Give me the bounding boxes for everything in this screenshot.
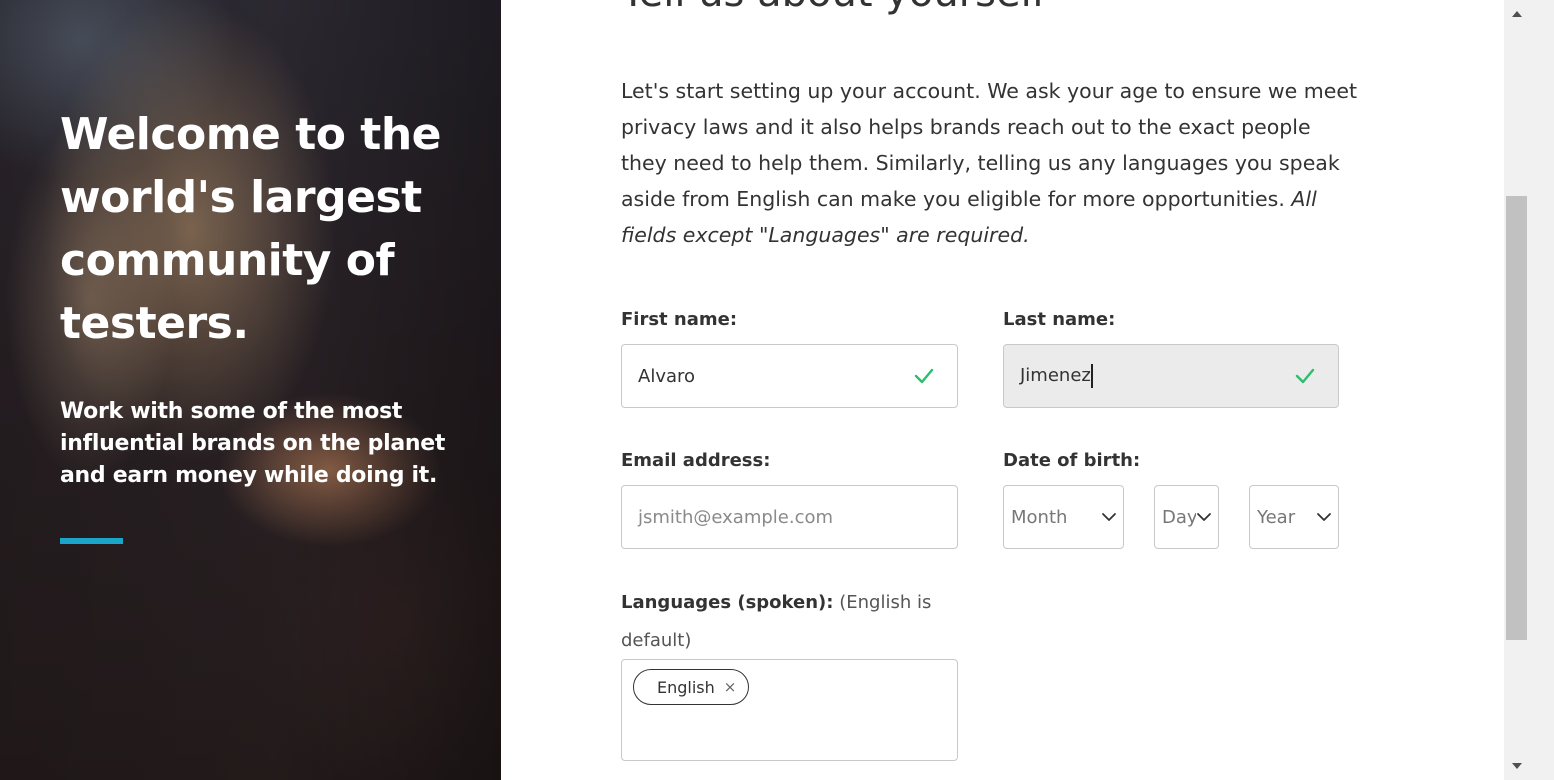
first-name-label: First name: <box>621 309 738 330</box>
page-title: Tell us about yourself <box>621 0 1046 18</box>
text-caret <box>1090 364 1093 388</box>
intro-body: Let's start setting up your account. We … <box>621 79 1357 211</box>
chevron-down-icon <box>1317 513 1331 521</box>
birth-year-value: Year <box>1257 506 1296 528</box>
first-name-value: Alvaro <box>638 365 696 387</box>
last-name-label: Last name: <box>1003 309 1116 330</box>
scrollbar-thumb[interactable] <box>1506 196 1527 640</box>
chevron-down-icon <box>1102 513 1116 521</box>
signup-page: Welcome to the world's largest community… <box>0 0 1554 780</box>
last-name-value: Jimenez <box>1020 365 1091 386</box>
last-name-field[interactable]: Jimenez <box>1003 344 1339 408</box>
intro-text: Let's start setting up your account. We … <box>621 73 1361 253</box>
birth-year-select[interactable]: Year <box>1249 485 1339 549</box>
last-name-value-wrap: Jimenez <box>1020 364 1294 388</box>
birth-day-select[interactable]: Day <box>1154 485 1219 549</box>
languages-label: Languages (spoken): (English is default) <box>621 584 941 660</box>
languages-input[interactable]: English × <box>621 659 958 761</box>
languages-label-text: Languages (spoken): <box>621 592 834 613</box>
chevron-down-icon <box>1197 513 1211 521</box>
arrow-down-icon[interactable] <box>1509 758 1525 774</box>
arrow-up-icon[interactable] <box>1509 6 1525 22</box>
check-icon <box>1295 368 1315 384</box>
check-icon <box>914 368 934 384</box>
language-tag-english: English × <box>633 669 750 705</box>
birth-month-value: Month <box>1011 506 1068 528</box>
remove-tag-icon[interactable]: × <box>724 678 737 696</box>
email-label: Email address: <box>621 450 771 471</box>
email-placeholder: jsmith@example.com <box>638 506 834 528</box>
date-of-birth-label: Date of birth: <box>1003 450 1141 471</box>
first-name-field[interactable]: Alvaro <box>621 344 958 408</box>
email-field[interactable]: jsmith@example.com <box>621 485 958 549</box>
signup-form-panel: Tell us about yourself Let's start setti… <box>501 0 1504 780</box>
hero-title: Welcome to the world's largest community… <box>60 109 442 349</box>
language-tag-label: English <box>657 677 715 697</box>
hero-subtitle: Work with some of the most influential b… <box>60 399 446 488</box>
birth-day-value: Day <box>1162 506 1196 528</box>
hero-panel: Welcome to the world's largest community… <box>0 0 501 780</box>
birth-month-select[interactable]: Month <box>1003 485 1124 549</box>
hero-accent-bar <box>60 538 123 544</box>
